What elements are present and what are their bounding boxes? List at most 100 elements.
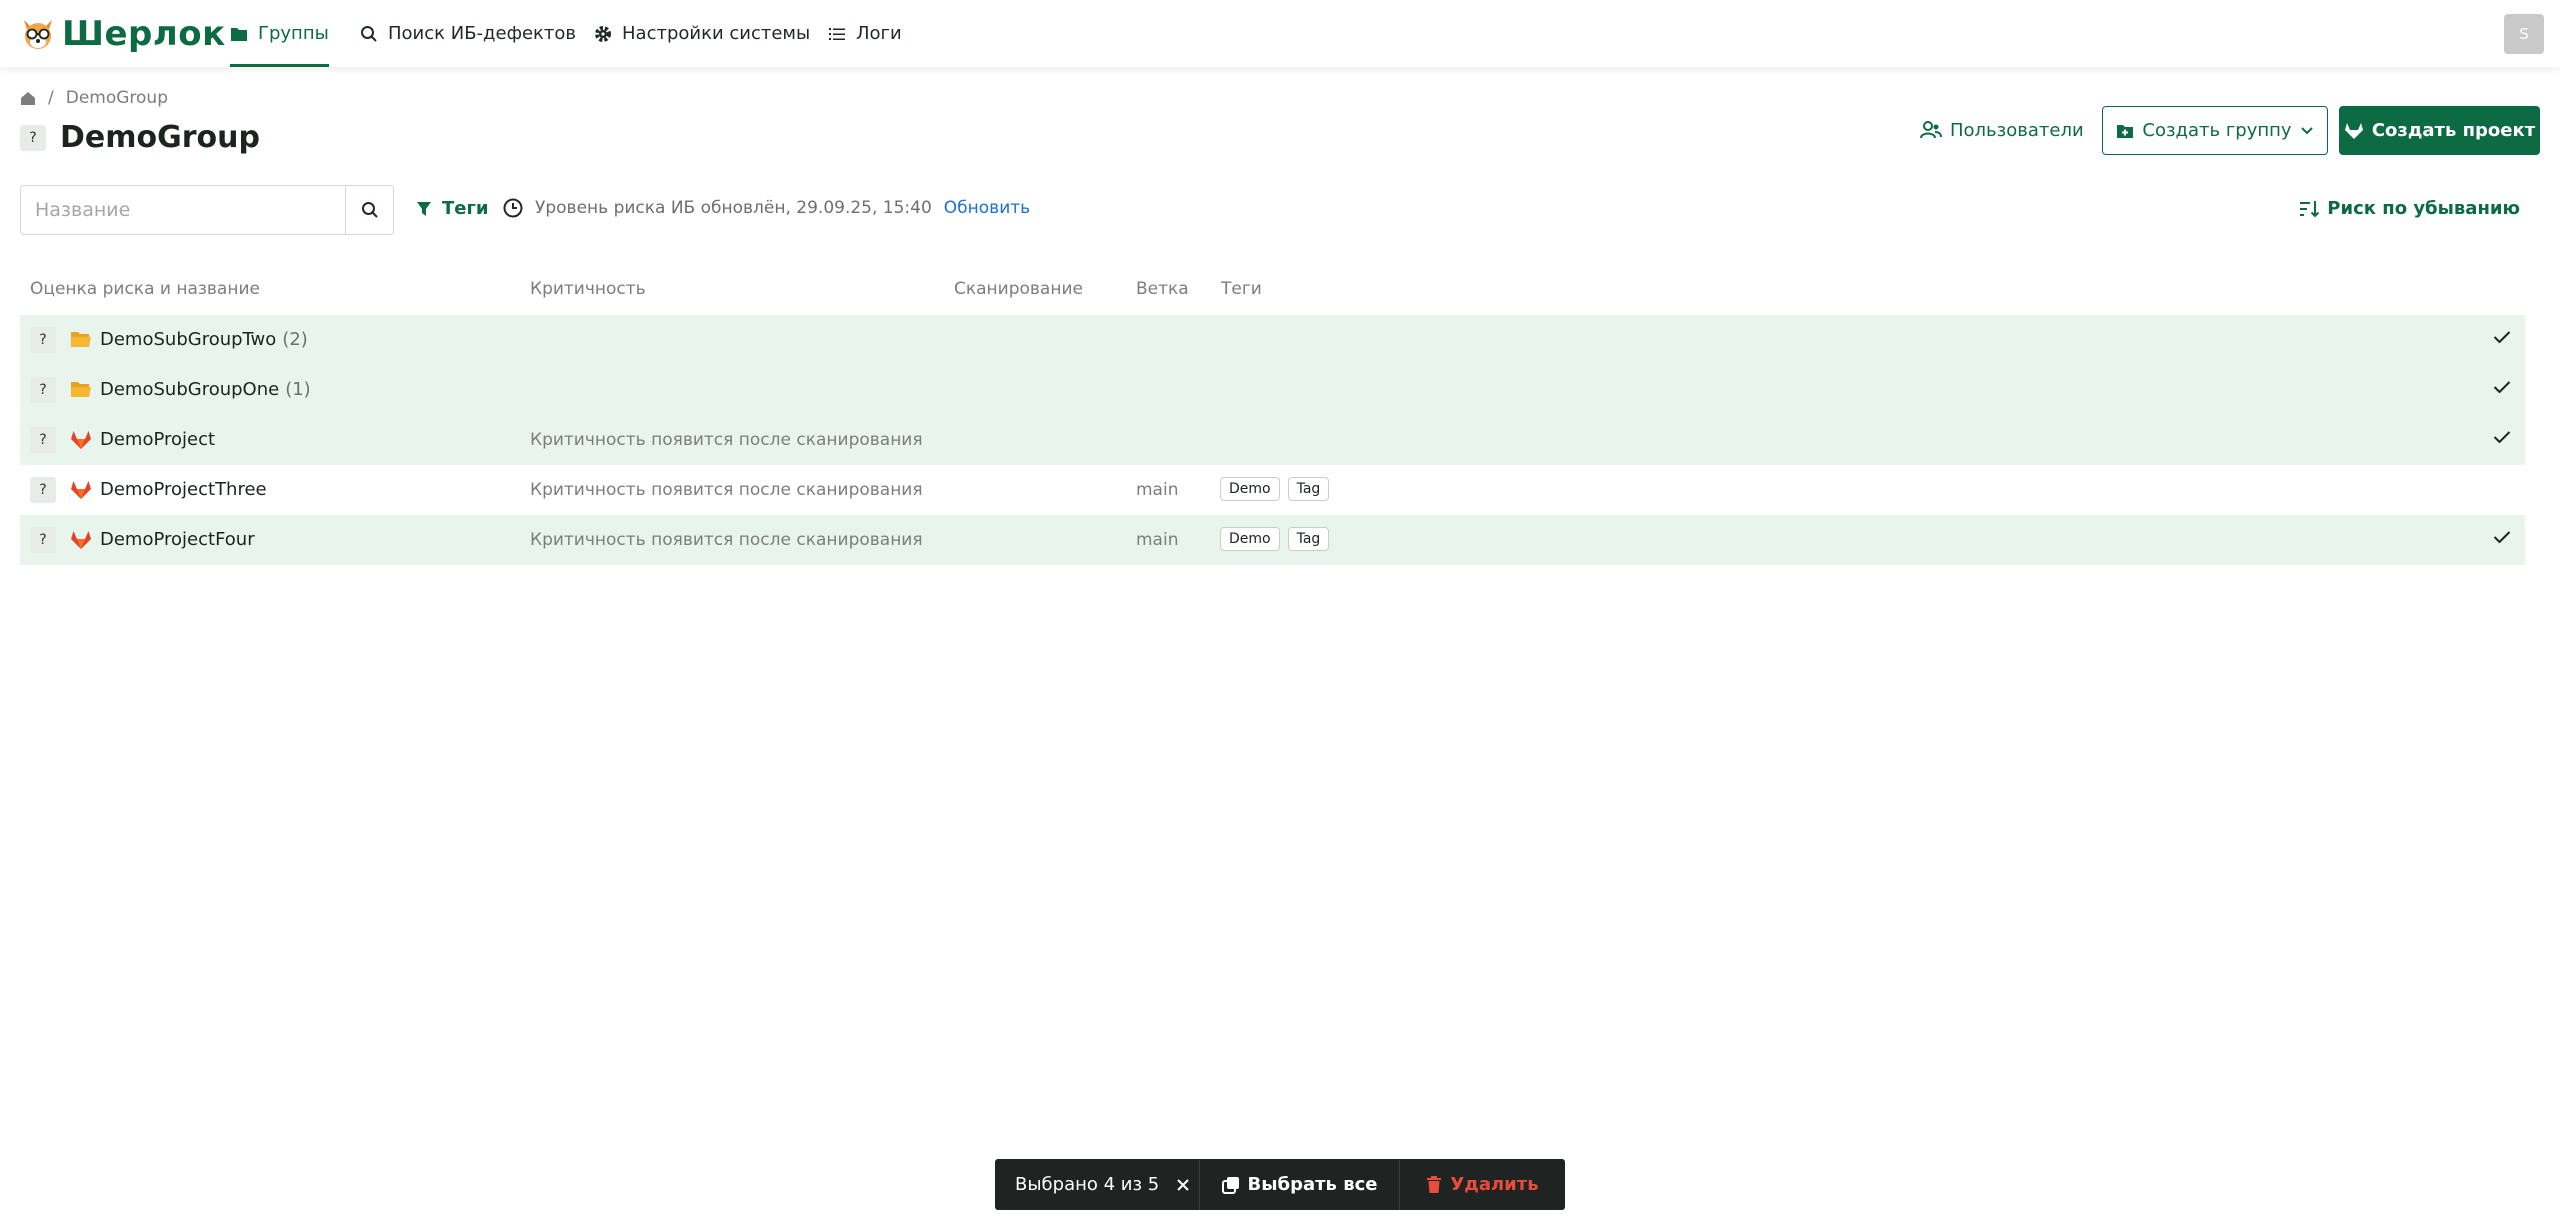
selection-action-bar: Выбрано 4 из 5 Выбрать все Удалить bbox=[995, 1159, 1565, 1210]
copy-icon bbox=[1221, 1176, 1239, 1194]
risk-score-badge: ? bbox=[30, 427, 56, 453]
column-header-branch[interactable]: Ветка bbox=[1136, 279, 1189, 299]
table-row[interactable]: ? DemoSubGroupOne (1) bbox=[20, 365, 2525, 415]
row-criticality: Критичность появится после сканирования bbox=[530, 430, 923, 450]
breadcrumb: / DemoGroup bbox=[20, 88, 168, 108]
risk-score-badge: ? bbox=[20, 124, 46, 151]
folder-open-icon bbox=[71, 382, 91, 397]
gitlab-icon bbox=[71, 531, 91, 549]
row-criticality: Критичность появится после сканирования bbox=[530, 480, 923, 500]
breadcrumb-current: DemoGroup bbox=[65, 88, 168, 108]
row-tags: Demo Tag bbox=[1220, 527, 1337, 551]
row-name[interactable]: DemoSubGroupTwo (2) bbox=[100, 329, 308, 350]
gitlab-icon bbox=[71, 431, 91, 449]
risk-score-badge: ? bbox=[30, 527, 56, 553]
nav-item-logs[interactable]: Логи bbox=[828, 0, 902, 67]
nav-item-label: Поиск ИБ-дефектов bbox=[388, 23, 577, 44]
page-title: DemoGroup bbox=[60, 120, 260, 155]
tag-badge[interactable]: Tag bbox=[1287, 477, 1330, 501]
search-box bbox=[20, 185, 394, 235]
chevron-down-icon bbox=[2300, 126, 2313, 134]
tag-badge[interactable]: Demo bbox=[1220, 527, 1280, 551]
column-header-risk-name[interactable]: Оценка риска и название bbox=[30, 279, 260, 299]
users-button[interactable]: Пользователи bbox=[1920, 106, 2084, 154]
users-button-label: Пользователи bbox=[1950, 119, 2084, 141]
folder-plus-icon bbox=[2117, 124, 2134, 138]
delete-button[interactable]: Удалить bbox=[1400, 1159, 1565, 1210]
trash-icon bbox=[1427, 1175, 1442, 1193]
risk-score-badge: ? bbox=[30, 327, 56, 353]
users-icon bbox=[1920, 121, 1942, 139]
checkmark-icon[interactable] bbox=[2493, 380, 2511, 394]
checkmark-icon[interactable] bbox=[2493, 330, 2511, 344]
tag-badge[interactable]: Tag bbox=[1287, 527, 1330, 551]
breadcrumb-separator: / bbox=[48, 88, 54, 108]
app-logo-text: Шерлок bbox=[62, 14, 226, 54]
clock-icon bbox=[503, 198, 523, 218]
row-name[interactable]: DemoProjectFour bbox=[100, 529, 255, 550]
column-header-criticality[interactable]: Критичность bbox=[530, 279, 646, 299]
checkmark-icon[interactable] bbox=[2493, 430, 2511, 444]
sort-button[interactable]: Риск по убыванию bbox=[2299, 198, 2520, 219]
create-group-button[interactable]: Создать группу bbox=[2102, 106, 2328, 155]
risk-score-badge: ? bbox=[30, 377, 56, 403]
selection-count-text: Выбрано 4 из 5 bbox=[1015, 1174, 1160, 1195]
nav-item-search-defects[interactable]: Поиск ИБ-дефектов bbox=[360, 0, 576, 67]
home-icon[interactable] bbox=[20, 91, 36, 106]
sort-label: Риск по убыванию bbox=[2327, 198, 2520, 219]
tags-filter-button[interactable]: Теги bbox=[416, 198, 489, 219]
row-tags: Demo Tag bbox=[1220, 477, 1337, 501]
column-header-scanning[interactable]: Сканирование bbox=[954, 279, 1083, 299]
tags-filter-label: Теги bbox=[442, 198, 489, 219]
filter-icon bbox=[417, 201, 431, 216]
list-icon bbox=[829, 27, 845, 40]
risk-update-text: Уровень риска ИБ обновлён, 29.09.25, 15:… bbox=[535, 198, 932, 218]
table-row[interactable]: ? DemoProject Критичность появится после… bbox=[20, 415, 2525, 465]
table-body: ? DemoSubGroupTwo (2) ? DemoSubGroupOne (1… bbox=[20, 315, 2525, 565]
search-icon bbox=[361, 202, 378, 218]
search-input[interactable] bbox=[21, 186, 345, 234]
create-group-label: Создать группу bbox=[2142, 120, 2292, 141]
create-project-label: Создать проект bbox=[2371, 120, 2536, 141]
column-header-tags[interactable]: Теги bbox=[1221, 279, 1262, 299]
nav-item-label: Логи bbox=[856, 23, 902, 44]
select-all-button[interactable]: Выбрать все bbox=[1200, 1159, 1400, 1210]
nav-item-label: Группы bbox=[258, 23, 329, 44]
search-button[interactable] bbox=[345, 186, 393, 234]
select-all-label: Выбрать все bbox=[1247, 1174, 1378, 1195]
table-row[interactable]: ? DemoProjectThree Критичность появится … bbox=[20, 465, 2525, 515]
row-name[interactable]: DemoSubGroupOne (1) bbox=[100, 379, 311, 400]
risk-score-badge: ? bbox=[30, 477, 56, 503]
sherlock-dog-logo-icon bbox=[24, 20, 52, 49]
create-project-button[interactable]: Создать проект bbox=[2339, 106, 2540, 155]
sort-descending-icon bbox=[2300, 200, 2320, 217]
selection-count: Выбрано 4 из 5 bbox=[995, 1159, 1200, 1210]
row-name[interactable]: DemoProjectThree bbox=[100, 479, 267, 500]
search-icon bbox=[361, 25, 377, 42]
top-navigation-bar: Шерлок Группы Поиск ИБ-дефектов Настройк… bbox=[0, 0, 2560, 67]
row-branch: main bbox=[1136, 530, 1179, 550]
user-avatar[interactable]: S bbox=[2504, 14, 2544, 54]
folder-open-icon bbox=[71, 332, 91, 347]
refresh-link[interactable]: Обновить bbox=[944, 198, 1030, 218]
app-logo[interactable]: Шерлок bbox=[20, 14, 226, 54]
risk-update-status: Уровень риска ИБ обновлён, 29.09.25, 15:… bbox=[503, 198, 1030, 218]
row-branch: main bbox=[1136, 480, 1179, 500]
gitlab-icon bbox=[2344, 122, 2363, 139]
row-criticality: Критичность появится после сканирования bbox=[530, 530, 923, 550]
active-tab-underline bbox=[230, 64, 329, 67]
gitlab-icon bbox=[71, 481, 91, 499]
row-name[interactable]: DemoProject bbox=[100, 429, 215, 450]
gear-icon bbox=[595, 25, 611, 42]
nav-item-groups[interactable]: Группы bbox=[230, 0, 329, 67]
delete-label: Удалить bbox=[1450, 1174, 1539, 1195]
checkmark-icon[interactable] bbox=[2493, 530, 2511, 544]
table-header: Оценка риска и название Критичность Скан… bbox=[20, 275, 2525, 305]
nav-item-settings[interactable]: Настройки системы bbox=[594, 0, 810, 67]
tag-badge[interactable]: Demo bbox=[1220, 477, 1280, 501]
folder-icon bbox=[231, 27, 247, 41]
close-icon[interactable] bbox=[1177, 1178, 1189, 1191]
table-row[interactable]: ? DemoProjectFour Критичность появится п… bbox=[20, 515, 2525, 565]
table-row[interactable]: ? DemoSubGroupTwo (2) bbox=[20, 315, 2525, 365]
page-header: ? DemoGroup bbox=[20, 120, 260, 155]
